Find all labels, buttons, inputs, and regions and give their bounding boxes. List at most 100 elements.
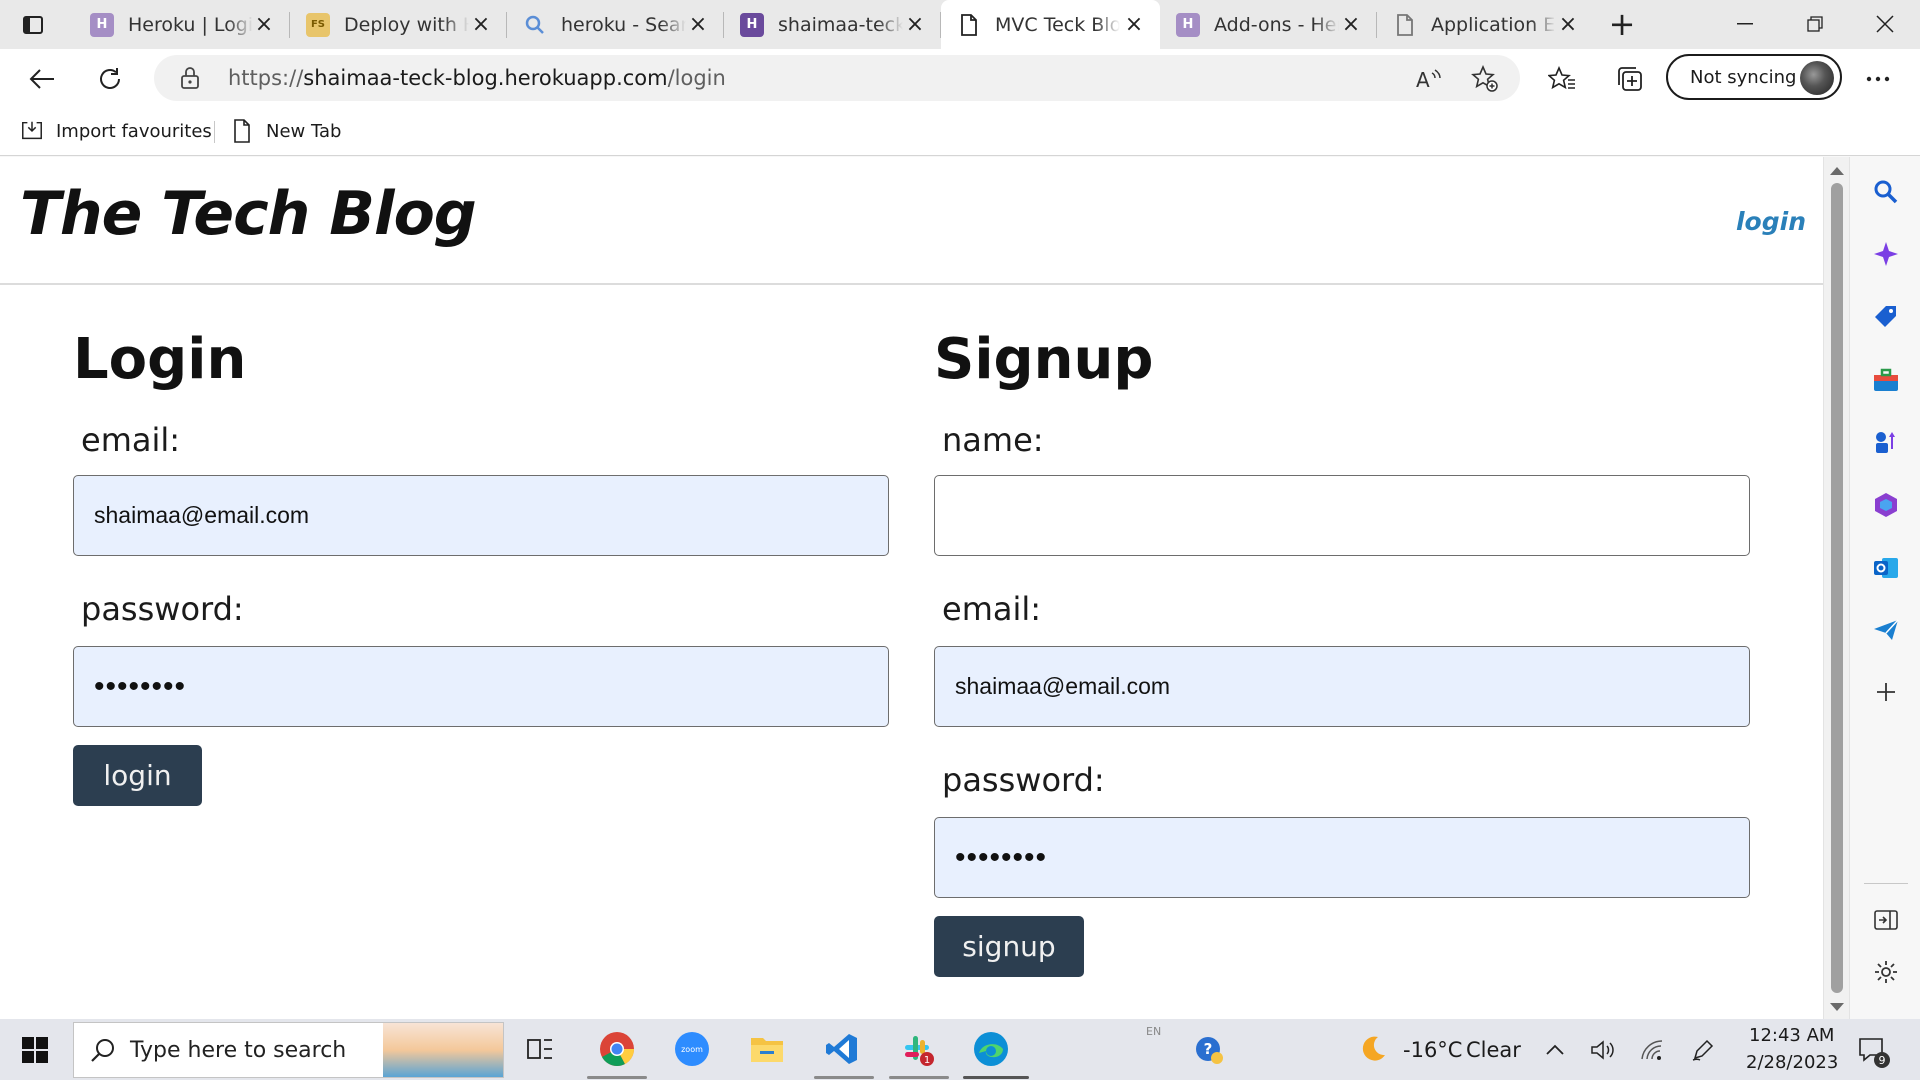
tab-close-icon[interactable]: ×: [903, 12, 927, 37]
sidebar-shopping-tag-icon[interactable]: [1871, 302, 1901, 332]
tab-actions-menu-icon[interactable]: [20, 12, 46, 38]
scroll-up-arrow-icon[interactable]: [1830, 167, 1844, 175]
weather-description[interactable]: Clear: [1466, 1038, 1521, 1062]
svg-text:zoom: zoom: [681, 1045, 703, 1054]
tab-deploy[interactable]: FS Deploy with Heroku ×: [290, 0, 507, 49]
tab-close-icon[interactable]: ×: [1122, 12, 1146, 37]
network-wifi-icon[interactable]: [1640, 1037, 1666, 1063]
collections-icon[interactable]: [1612, 61, 1648, 97]
edge-icon[interactable]: [972, 1030, 1010, 1068]
volume-icon[interactable]: [1590, 1037, 1616, 1063]
tab-close-icon[interactable]: ×: [686, 12, 710, 37]
login-button[interactable]: login: [73, 745, 202, 806]
file-explorer-folder-icon[interactable]: [748, 1030, 786, 1068]
add-favourite-star-icon[interactable]: [1470, 64, 1500, 94]
more-options-icon[interactable]: [1860, 61, 1896, 97]
page-favicon-icon: [957, 13, 981, 37]
heroku-favicon-icon: H: [740, 12, 764, 37]
signup-email-input[interactable]: shaimaa@email.com: [934, 646, 1750, 727]
tab-close-icon[interactable]: ×: [469, 12, 493, 37]
taskbar-search-box[interactable]: Type here to search: [73, 1022, 504, 1078]
sidebar-hide-panel-icon[interactable]: [1871, 905, 1901, 935]
tab-close-icon[interactable]: ×: [1556, 12, 1580, 37]
nav-login-link[interactable]: login: [1736, 207, 1806, 236]
refresh-icon[interactable]: [92, 61, 128, 97]
tab-title: MVC Teck Blog: [995, 13, 1120, 36]
favourite-import[interactable]: Import favourites: [20, 117, 212, 145]
url-text[interactable]: https://shaimaa-teck-blog.herokuapp.com/…: [228, 66, 726, 90]
slack-icon[interactable]: 1: [898, 1030, 936, 1068]
tab-heroku-search[interactable]: heroku - Search ×: [507, 0, 724, 49]
weather-temperature[interactable]: -16°C: [1403, 1038, 1462, 1062]
signup-name-input[interactable]: [934, 475, 1750, 556]
tab-add-ons-heroku[interactable]: H Add-ons - Heroku ×: [1160, 0, 1377, 49]
search-icon: [90, 1037, 116, 1069]
sidebar-outlook-icon[interactable]: [1871, 553, 1901, 583]
help-icon[interactable]: ?: [1194, 1035, 1224, 1065]
svg-text:?: ?: [1204, 1040, 1213, 1058]
page-scrollbar[interactable]: [1823, 157, 1849, 1019]
signup-button[interactable]: signup: [934, 916, 1084, 977]
zoom-icon[interactable]: zoom: [673, 1030, 711, 1068]
search-favicon-icon: [523, 13, 547, 37]
login-password-input[interactable]: ••••••••: [73, 646, 889, 727]
tab-mvc-teck-blog[interactable]: MVC Teck Blog ×: [941, 0, 1160, 49]
vscode-icon[interactable]: [823, 1030, 861, 1068]
tab-title: heroku - Search: [561, 13, 686, 36]
scroll-down-arrow-icon[interactable]: [1830, 1003, 1844, 1011]
signup-heading: Signup: [934, 327, 1154, 392]
tab-heroku-login[interactable]: H Heroku | Login ×: [74, 0, 290, 49]
clock-date[interactable]: 2/28/2023: [1746, 1052, 1838, 1073]
search-highlight-image: [383, 1023, 503, 1077]
site-title[interactable]: The Tech Blog: [20, 179, 477, 249]
sidebar-office-icon[interactable]: [1871, 490, 1901, 520]
tab-shaimaa-teck-blog[interactable]: H shaimaa-teck-blog ×: [724, 0, 941, 49]
signup-email-label: email:: [942, 590, 1042, 628]
sidebar-discover-sparkle-icon[interactable]: [1871, 239, 1901, 269]
tab-close-icon[interactable]: ×: [252, 12, 276, 37]
sidebar-add-plus-icon[interactable]: [1871, 677, 1901, 707]
login-email-input[interactable]: shaimaa@email.com: [73, 475, 889, 556]
favourite-label: Import favourites: [56, 120, 212, 142]
language-indicator[interactable]: EN: [1146, 1025, 1161, 1038]
chrome-icon[interactable]: [598, 1030, 636, 1068]
signup-name-label: name:: [942, 421, 1044, 459]
sidebar-search-icon[interactable]: [1871, 177, 1901, 207]
pen-icon[interactable]: [1690, 1037, 1716, 1063]
weather-moon-icon[interactable]: [1357, 1033, 1389, 1065]
browser-toolbar: https://shaimaa-teck-blog.herokuapp.com/…: [0, 49, 1920, 107]
profile-sync-button[interactable]: Not syncing: [1666, 54, 1842, 100]
lock-icon[interactable]: [180, 66, 204, 90]
new-tab-plus-icon[interactable]: +: [1607, 8, 1637, 40]
clock-time[interactable]: 12:43 AM: [1749, 1025, 1834, 1046]
notification-center-icon[interactable]: 9: [1857, 1035, 1891, 1069]
task-view-icon[interactable]: [521, 1030, 559, 1068]
login-password-label: password:: [81, 590, 244, 628]
svg-text:A: A: [1416, 68, 1430, 91]
scroll-thumb[interactable]: [1831, 183, 1843, 993]
import-icon: [20, 119, 44, 143]
avatar: [1800, 61, 1834, 95]
restore-icon[interactable]: [1795, 8, 1835, 40]
close-window-icon[interactable]: [1865, 8, 1905, 40]
tab-title: Heroku | Login: [128, 13, 253, 36]
sidebar-send-icon[interactable]: [1871, 615, 1901, 645]
sidebar-games-icon[interactable]: [1871, 427, 1901, 457]
site-header: The Tech Blog login: [0, 157, 1823, 285]
login-heading: Login: [73, 327, 247, 392]
sidebar-settings-gear-icon[interactable]: [1871, 957, 1901, 987]
tab-close-icon[interactable]: ×: [1339, 12, 1363, 37]
tab-title: shaimaa-teck-blog: [778, 13, 903, 36]
minimize-icon[interactable]: [1725, 8, 1765, 40]
back-arrow-icon[interactable]: [24, 61, 60, 97]
windows-start-icon[interactable]: [22, 1037, 48, 1063]
address-bar[interactable]: https://shaimaa-teck-blog.herokuapp.com/…: [154, 55, 1520, 101]
read-aloud-icon[interactable]: A: [1414, 64, 1444, 94]
tab-application-error[interactable]: Application Error ×: [1377, 0, 1594, 49]
sidebar-tools-briefcase-icon[interactable]: [1871, 365, 1901, 395]
signup-password-input[interactable]: ••••••••: [934, 817, 1750, 898]
heroku-favicon-icon: H: [90, 12, 114, 37]
favourite-new-tab[interactable]: New Tab: [230, 117, 341, 145]
favourites-icon[interactable]: [1544, 61, 1580, 97]
show-hidden-icons-chevron-icon[interactable]: [1542, 1037, 1568, 1063]
